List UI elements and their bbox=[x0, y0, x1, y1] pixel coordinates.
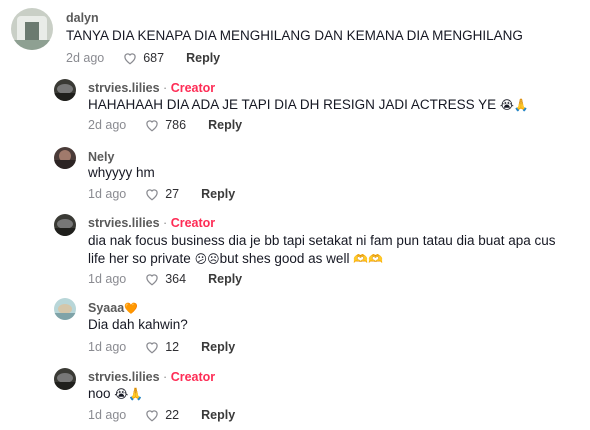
comment-meta: 1d ago 27 Reply bbox=[88, 187, 235, 201]
comment-text-block: dia nak focus business dia je bb tapi se… bbox=[88, 232, 578, 268]
avatar[interactable] bbox=[54, 214, 76, 236]
comment-username[interactable]: Syaaa bbox=[88, 301, 124, 315]
avatar[interactable] bbox=[54, 79, 76, 101]
heart-outline-icon bbox=[146, 410, 158, 422]
comment-username[interactable]: strvies.lilies bbox=[88, 370, 160, 384]
comment-username[interactable]: dalyn bbox=[66, 11, 99, 25]
like-count: 364 bbox=[165, 272, 187, 286]
comment-meta: 1d ago 22 Reply bbox=[88, 408, 235, 422]
creator-badge: Creator bbox=[170, 216, 216, 230]
like-button[interactable]: 12 bbox=[144, 340, 179, 354]
reply-button[interactable]: Reply bbox=[201, 408, 235, 422]
creator-badge: Creator bbox=[170, 81, 216, 95]
comment-meta: 2d ago 687 Reply bbox=[66, 51, 220, 65]
heart-outline-icon bbox=[146, 120, 158, 132]
heart-outline-icon bbox=[146, 342, 158, 354]
reply-button[interactable]: Reply bbox=[201, 340, 235, 354]
comment-username-row: strvies.lilies · Creator bbox=[88, 216, 216, 230]
orange-heart-icon: 🧡 bbox=[124, 302, 138, 315]
like-button[interactable]: 22 bbox=[144, 408, 179, 422]
comment-username[interactable]: strvies.lilies bbox=[88, 81, 160, 95]
comment-text: noo bbox=[88, 386, 111, 401]
comment-date: 1d ago bbox=[88, 340, 127, 354]
avatar[interactable] bbox=[11, 8, 53, 50]
emoji: 😭🙏 bbox=[499, 98, 529, 112]
emoji: 😭🙏 bbox=[114, 387, 144, 401]
comment-text-row: HAHAHAAH DIA ADA JE TAPI DIA DH RESIGN J… bbox=[88, 96, 529, 114]
comment-text-line: life her so private 😕☹but shes good as w… bbox=[88, 250, 578, 268]
avatar[interactable] bbox=[54, 368, 76, 390]
like-button[interactable]: 27 bbox=[144, 187, 179, 201]
comment-text: whyyyy hm bbox=[88, 165, 155, 180]
like-button[interactable]: 687 bbox=[122, 51, 164, 65]
reply-button[interactable]: Reply bbox=[208, 118, 242, 132]
heart-outline-icon bbox=[124, 53, 136, 65]
comment-text: HAHAHAAH DIA ADA JE TAPI DIA DH RESIGN J… bbox=[88, 97, 497, 112]
comment-meta: 2d ago 786 Reply bbox=[88, 118, 242, 132]
heart-outline-icon bbox=[146, 274, 158, 286]
comment-text: Dia dah kahwin? bbox=[88, 317, 188, 332]
comment-username-row: strvies.lilies · Creator bbox=[88, 81, 216, 95]
heart-outline-icon bbox=[146, 189, 158, 201]
comment-date: 1d ago bbox=[88, 187, 127, 201]
like-count: 27 bbox=[165, 187, 180, 201]
comment-meta: 1d ago 364 Reply bbox=[88, 272, 242, 286]
reply-button[interactable]: Reply bbox=[201, 187, 235, 201]
creator-badge: Creator bbox=[170, 370, 216, 384]
comment-username[interactable]: strvies.lilies bbox=[88, 216, 160, 230]
like-button[interactable]: 364 bbox=[144, 272, 186, 286]
like-count: 12 bbox=[165, 340, 180, 354]
emoji: 😕☹ bbox=[194, 252, 220, 266]
comment-meta: 1d ago 12 Reply bbox=[88, 340, 235, 354]
comment-username[interactable]: Nely bbox=[88, 150, 114, 164]
comment-text: TANYA DIA KENAPA DIA MENGHILANG DAN KEMA… bbox=[66, 28, 523, 43]
avatar[interactable] bbox=[54, 147, 76, 169]
like-button[interactable]: 786 bbox=[144, 118, 186, 132]
comment-username-row: Syaaa🧡 bbox=[88, 301, 138, 315]
emoji: 🫶🫶 bbox=[353, 252, 384, 266]
comment-text-line: dia nak focus business dia je bb tapi se… bbox=[88, 233, 556, 248]
like-count: 22 bbox=[165, 408, 180, 422]
like-count: 786 bbox=[165, 118, 187, 132]
comment-date: 1d ago bbox=[88, 408, 127, 422]
like-count: 687 bbox=[143, 51, 165, 65]
reply-button[interactable]: Reply bbox=[186, 51, 220, 65]
comment-username-row: strvies.lilies · Creator bbox=[88, 370, 216, 384]
reply-button[interactable]: Reply bbox=[208, 272, 242, 286]
comment-date: 2d ago bbox=[66, 51, 105, 65]
avatar[interactable] bbox=[54, 298, 76, 320]
comment-text: life her so private bbox=[88, 251, 191, 266]
comment-text: but shes good as well bbox=[219, 251, 350, 266]
comment-date: 1d ago bbox=[88, 272, 127, 286]
comment-date: 2d ago bbox=[88, 118, 127, 132]
comment-text-row: noo 😭🙏 bbox=[88, 385, 143, 403]
